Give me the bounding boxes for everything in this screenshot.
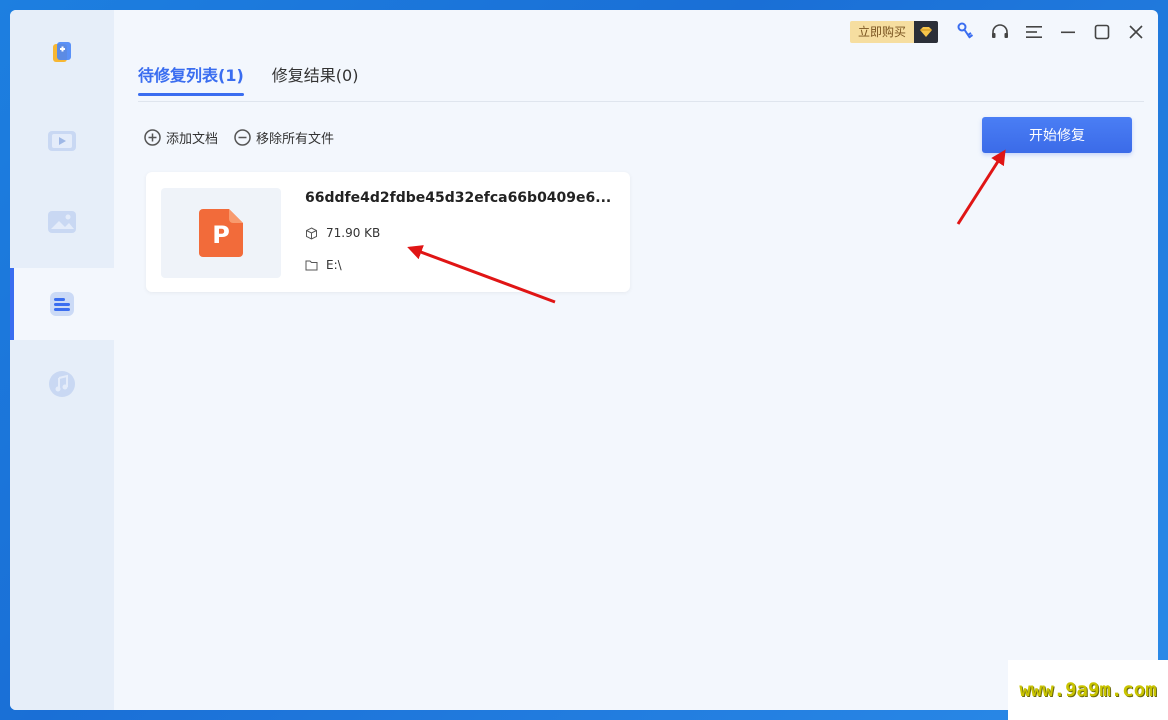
file-thumbnail: P [161, 188, 281, 278]
remove-all-files-button[interactable]: 移除所有文件 [234, 128, 334, 147]
folder-icon [305, 260, 318, 271]
film-icon [48, 131, 76, 151]
add-document-label: 添加文档 [166, 132, 219, 147]
title-bar: 立即购买 [849, 20, 1146, 44]
plus-circle-icon [144, 129, 161, 146]
sidebar-item-document[interactable] [10, 268, 114, 340]
tab-divider [138, 101, 1144, 102]
watermark: www.9a9m.com [1008, 660, 1168, 720]
file-size: 71.90 KB [326, 226, 381, 240]
close-icon[interactable] [1126, 22, 1146, 42]
start-repair-button[interactable]: 开始修复 [982, 117, 1132, 153]
menu-icon[interactable] [1024, 22, 1044, 42]
file-path-row: E:\ [305, 258, 342, 272]
tab-repair-results[interactable]: 修复结果(0) [272, 62, 359, 96]
sidebar-item-photo[interactable] [10, 186, 114, 258]
minimize-icon[interactable] [1058, 22, 1078, 42]
buy-now-button[interactable]: 立即购买 [849, 21, 938, 43]
action-bar: 添加文档 移除所有文件 [144, 128, 334, 147]
headset-icon[interactable] [990, 22, 1010, 42]
tab-bar: 待修复列表(1) 修复结果(0) [138, 62, 358, 96]
app-window: 立即购买 待修复列表(1) 修复结果(0) 添加文档 移除所有文件 开始修复 P… [10, 10, 1158, 710]
tab-pending-list[interactable]: 待修复列表(1) [138, 62, 244, 96]
sidebar-item-audio[interactable] [10, 348, 114, 420]
file-card[interactable]: P 66ddfe4d2fdbe45d32efca66b0409e6... 71.… [146, 172, 630, 292]
add-document-button[interactable]: 添加文档 [144, 128, 218, 147]
minus-circle-icon [234, 129, 251, 146]
key-icon[interactable] [956, 22, 976, 42]
app-logo-icon [50, 40, 74, 64]
file-name: 66ddfe4d2fdbe45d32efca66b0409e6... [305, 190, 612, 206]
sidebar-item-video[interactable] [10, 105, 114, 177]
watermark-text: www.9a9m.com [1019, 679, 1157, 701]
gem-icon [914, 21, 938, 43]
cube-icon [306, 226, 317, 240]
maximize-icon[interactable] [1092, 22, 1112, 42]
music-icon [49, 371, 75, 397]
file-size-row: 71.90 KB [305, 226, 380, 240]
file-path: E:\ [326, 258, 342, 272]
remove-all-files-label: 移除所有文件 [256, 132, 335, 147]
sidebar [10, 10, 114, 710]
buy-now-label: 立即购买 [849, 21, 914, 43]
image-icon [48, 211, 76, 233]
document-icon [50, 292, 74, 316]
main-panel: 立即购买 待修复列表(1) 修复结果(0) 添加文档 移除所有文件 开始修复 P… [114, 10, 1158, 710]
file-type-letter: P [212, 221, 230, 249]
